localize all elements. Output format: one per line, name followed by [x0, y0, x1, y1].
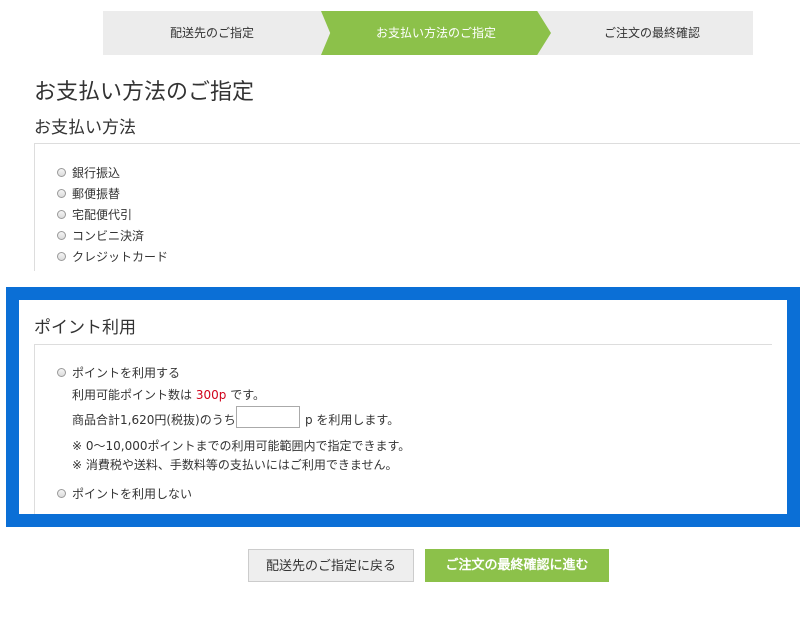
radio-button[interactable]	[57, 488, 66, 498]
available-points-value: 300p	[195, 388, 227, 402]
points-amount-input[interactable]	[236, 406, 300, 428]
payment-option-label: コンビニ決済	[72, 228, 145, 243]
radio-button[interactable]	[57, 367, 66, 377]
radio-button[interactable]	[57, 167, 66, 177]
point-option-no-use[interactable]: ポイントを利用しない	[57, 484, 192, 502]
point-option-use-label: ポイントを利用する	[72, 365, 181, 380]
back-to-shipping-button[interactable]: 配送先のご指定に戻る	[248, 549, 414, 582]
radio-button[interactable]	[57, 188, 66, 198]
step-payment-current: お支払い方法のご指定	[321, 11, 551, 55]
point-note-restriction: ※ 消費税や送料、手数料等の支払いにはご利用できません。	[72, 458, 398, 472]
point-option-use[interactable]: ポイントを利用する	[57, 363, 180, 381]
point-section-title: ポイント利用	[34, 318, 136, 338]
payment-option-postal[interactable]: 郵便振替	[57, 184, 120, 202]
payment-option-label: 銀行振込	[72, 165, 121, 180]
payment-option-label: クレジットカード	[72, 249, 169, 264]
available-points-suffix: です。	[230, 388, 266, 402]
step-shipping: 配送先のご指定	[169, 26, 254, 40]
subtotal-prefix: 商品合計1,620円(税抜)のうち	[72, 413, 236, 427]
payment-option-cod[interactable]: 宅配便代引	[57, 205, 132, 223]
payment-option-label: 宅配便代引	[72, 207, 133, 222]
radio-button[interactable]	[57, 251, 66, 261]
step-confirm: ご注文の最終確認	[603, 26, 700, 40]
payment-option-label: 郵便振替	[72, 186, 121, 201]
available-points-text: 利用可能ポイント数は 300p です。	[72, 386, 265, 403]
payment-option-credit-card[interactable]: クレジットカード	[57, 247, 168, 265]
payment-option-convenience[interactable]: コンビニ決済	[57, 226, 144, 244]
available-points-prefix: 利用可能ポイント数は	[72, 388, 193, 402]
point-note-range: ※ 0〜10,000ポイントまでの利用可能範囲内で指定できます。	[72, 439, 411, 453]
point-option-no-use-label: ポイントを利用しない	[72, 486, 193, 501]
radio-button[interactable]	[57, 209, 66, 219]
subtotal-suffix: p を利用します。	[305, 413, 400, 427]
checkout-steps: 配送先のご指定 お支払い方法のご指定 ご注文の最終確認	[103, 11, 753, 55]
proceed-to-confirm-button[interactable]: ご注文の最終確認に進む	[425, 549, 609, 582]
payment-section-title: お支払い方法	[34, 118, 136, 138]
page-title: お支払い方法のご指定	[34, 80, 255, 105]
radio-button[interactable]	[57, 230, 66, 240]
payment-option-bank[interactable]: 銀行振込	[57, 163, 120, 181]
